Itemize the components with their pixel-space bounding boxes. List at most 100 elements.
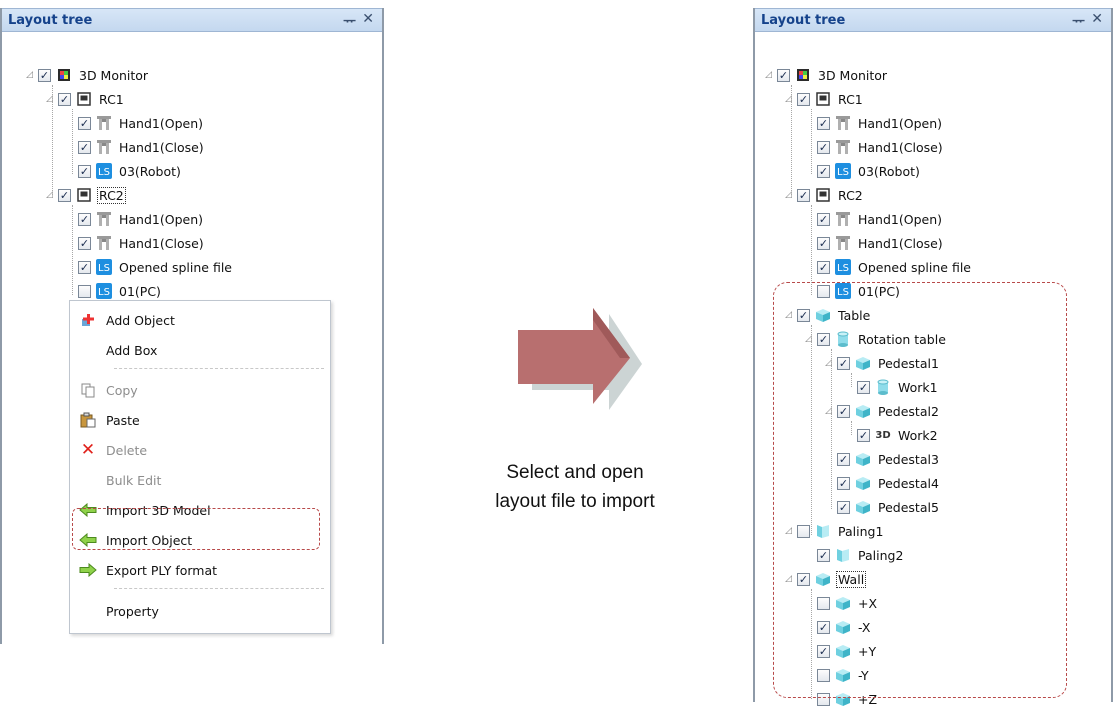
tree-node-label: RC1 <box>838 91 863 107</box>
menu-item-delete[interactable]: ✕ Delete <box>70 438 328 462</box>
menu-item-bulk-edit[interactable]: Bulk Edit <box>70 468 328 492</box>
menu-item-paste[interactable]: Paste <box>70 408 328 432</box>
panel-title: Layout tree <box>8 12 93 28</box>
visibility-checkbox[interactable]: ✓ <box>817 164 830 178</box>
tree-node[interactable]: ✓ Hand1(Close) <box>66 137 205 157</box>
controller-icon <box>815 187 831 203</box>
tree-node-label: 3D Monitor <box>79 67 149 83</box>
highlight-imported-objects <box>773 282 1067 698</box>
tree-node[interactable]: ✓ Hand1(Close) <box>66 233 205 253</box>
hand-icon <box>96 235 112 251</box>
tree-node[interactable]: ◿ ✓ 3D Monitor <box>26 65 149 85</box>
paste-icon <box>70 412 106 428</box>
tree-node-label: Hand1(Open) <box>119 115 204 131</box>
add-object-icon <box>70 312 106 328</box>
spline-icon: LS <box>96 283 112 299</box>
menu-item-copy[interactable]: Copy <box>70 378 328 402</box>
tree-node[interactable]: ✓ Hand1(Open) <box>805 209 943 229</box>
tree-connector-line <box>791 85 792 195</box>
hand-icon <box>96 211 112 227</box>
visibility-checkbox[interactable]: ✓ <box>58 92 71 106</box>
tree-node[interactable]: ✓ Hand1(Close) <box>805 137 944 157</box>
visibility-checkbox[interactable]: ✓ <box>58 188 71 202</box>
tree-node-label: 03(Robot) <box>858 163 920 179</box>
hand-icon <box>835 139 851 155</box>
menu-label: Paste <box>106 412 140 428</box>
tree-node[interactable]: ✓ LS 03(Robot) <box>66 161 182 181</box>
menu-item-property[interactable]: Property <box>70 599 328 623</box>
expand-toggle-icon[interactable]: ◿ <box>765 70 777 80</box>
visibility-checkbox[interactable]: ✓ <box>78 212 91 226</box>
visibility-checkbox[interactable]: ✓ <box>817 116 830 130</box>
tree-node-label: Hand1(Close) <box>119 235 204 251</box>
panel-title-bar: Layout tree ᅲ ✕ <box>2 8 382 32</box>
visibility-checkbox[interactable]: ✓ <box>38 68 51 82</box>
tree-node[interactable]: ✓ Hand1(Close) <box>805 233 944 253</box>
spline-icon: LS <box>835 259 851 275</box>
tree-node[interactable]: ✓ LS Opened spline file <box>805 257 972 277</box>
tree-node[interactable]: ✓ LS 03(Robot) <box>805 161 921 181</box>
tree-node[interactable]: ◿ ✓ RC1 <box>46 89 125 109</box>
menu-label: Export PLY format <box>106 562 218 578</box>
menu-label: Add Box <box>106 342 158 358</box>
hand-icon <box>96 115 112 131</box>
menu-label: Add Object <box>106 312 175 328</box>
tree-node[interactable]: ◿ ✓ 3D Monitor <box>765 65 888 85</box>
visibility-checkbox[interactable]: ✓ <box>817 140 830 154</box>
close-icon[interactable]: ✕ <box>362 11 374 27</box>
tree-node-label: RC2 <box>97 186 126 204</box>
controller-icon <box>76 187 92 203</box>
menu-label: Delete <box>106 442 148 458</box>
svg-text:LS: LS <box>98 263 110 274</box>
panel-title: Layout tree <box>761 12 846 28</box>
monitor-icon <box>795 67 811 83</box>
tree-node[interactable]: ◿ ✓ RC2 <box>46 185 126 205</box>
tree-node-label: Hand1(Close) <box>119 139 204 155</box>
spline-icon: LS <box>835 163 851 179</box>
caption-line-1: Select and open <box>506 462 644 483</box>
menu-separator <box>114 588 324 589</box>
delete-icon: ✕ <box>80 440 96 460</box>
tree-node-label: Opened spline file <box>119 259 233 275</box>
menu-item-add-box[interactable]: Add Box <box>70 338 328 362</box>
menu-item-export-ply[interactable]: Export PLY format <box>70 558 328 582</box>
tree-node[interactable]: ◿ ✓ RC1 <box>785 89 864 109</box>
tree-node-label: Opened spline file <box>858 259 972 275</box>
hand-icon <box>835 115 851 131</box>
visibility-checkbox[interactable]: ✓ <box>78 236 91 250</box>
tree-node[interactable]: ✓ Hand1(Open) <box>805 113 943 133</box>
pin-icon[interactable]: ᅲ <box>1072 11 1085 31</box>
visibility-checkbox[interactable]: ✓ <box>797 92 810 106</box>
tree-node-label: RC2 <box>838 187 863 203</box>
visibility-checkbox[interactable]: ✓ <box>817 212 830 226</box>
visibility-checkbox[interactable]: ✓ <box>797 188 810 202</box>
tree-node[interactable]: ✓ LS Opened spline file <box>66 257 233 277</box>
layout-tree-panel-left: Layout tree ᅲ ✕ ◿ ✓ 3D Monitor ◿ ✓ RC1 ✓ Hand1(… <box>0 8 384 644</box>
spline-icon: LS <box>96 163 112 179</box>
tree-node-label: Hand1(Close) <box>858 139 943 155</box>
visibility-checkbox[interactable]: ✓ <box>817 236 830 250</box>
visibility-checkbox[interactable]: ✓ <box>78 164 91 178</box>
menu-label: Bulk Edit <box>106 472 162 488</box>
visibility-checkbox[interactable]: ✓ <box>78 116 91 130</box>
tree-node[interactable]: LS 01(PC) <box>66 281 162 301</box>
visibility-checkbox[interactable]: ✓ <box>78 140 91 154</box>
svg-text:LS: LS <box>98 167 110 178</box>
close-icon[interactable]: ✕ <box>1091 11 1103 27</box>
tree-connector-line <box>72 205 73 295</box>
tree-node[interactable]: ✓ Hand1(Open) <box>66 209 204 229</box>
tree-node-label: Hand1(Open) <box>119 211 204 227</box>
layout-tree-panel-right: Layout tree ᅲ ✕ ◿ ✓ 3D Monitor ◿ ✓ RC1 ✓ Hand1(… <box>753 8 1113 707</box>
pin-icon[interactable]: ᅲ <box>343 11 356 31</box>
visibility-checkbox[interactable]: ✓ <box>78 260 91 274</box>
visibility-checkbox[interactable]: ✓ <box>817 260 830 274</box>
svg-text:LS: LS <box>837 263 849 274</box>
tree-node[interactable]: ✓ Hand1(Open) <box>66 113 204 133</box>
tree-node[interactable]: ◿ ✓ RC2 <box>785 185 864 205</box>
caption-line-2: layout file to import <box>495 491 655 512</box>
visibility-checkbox[interactable] <box>78 284 91 298</box>
menu-item-add-object[interactable]: Add Object <box>70 308 328 332</box>
expand-toggle-icon[interactable]: ◿ <box>26 70 38 80</box>
export-arrow-icon <box>70 563 106 577</box>
visibility-checkbox[interactable]: ✓ <box>777 68 790 82</box>
